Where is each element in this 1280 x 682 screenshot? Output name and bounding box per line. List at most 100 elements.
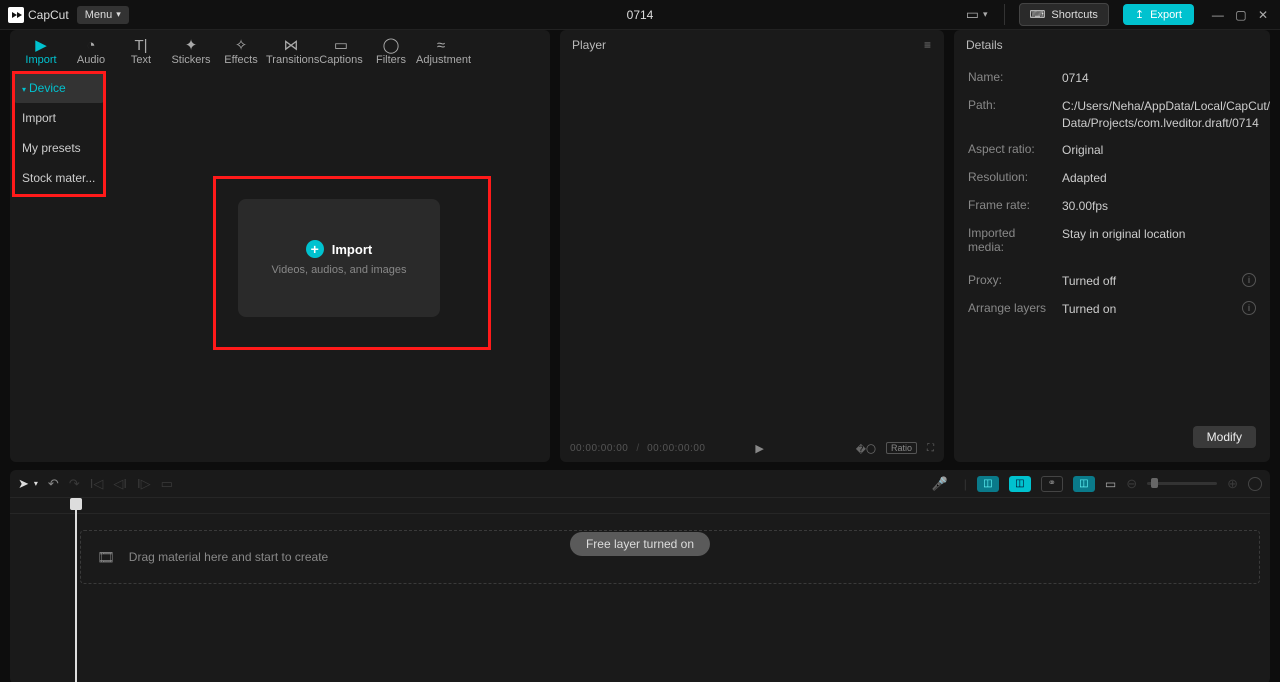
export-button[interactable]: ↥ Export — [1123, 4, 1194, 25]
tab-label: Captions — [316, 54, 366, 66]
logo-icon — [8, 7, 24, 23]
info-icon[interactable]: i — [1242, 273, 1256, 287]
detail-key: Aspect ratio: — [968, 142, 1054, 156]
sidebar-item-import[interactable]: Import — [14, 103, 104, 133]
tab-import[interactable]: ▶Import — [16, 36, 66, 68]
tab-captions[interactable]: ▭Captions — [316, 36, 366, 68]
tab-effects[interactable]: ✧Effects — [216, 36, 266, 68]
plus-icon: + — [306, 240, 324, 258]
cover-button[interactable]: ▭ — [1105, 477, 1116, 491]
text-icon: T| — [116, 36, 166, 54]
player-viewport — [560, 60, 944, 434]
layout-toggle[interactable]: ▭ ▾ — [960, 4, 1005, 25]
split-left-button[interactable]: ◁I — [113, 476, 127, 492]
tab-filters[interactable]: ◯Filters — [366, 36, 416, 68]
menu-button[interactable]: Menu ▾ — [77, 6, 129, 24]
detail-value: 0714 — [1062, 70, 1256, 87]
info-icon[interactable]: i — [1242, 301, 1256, 315]
layout-icon: ▭ — [966, 6, 979, 23]
export-label: Export — [1150, 9, 1182, 21]
player-panel: Player ≡ 00:00:00:00 / 00:00:00:00 ▶ �〇 … — [560, 30, 944, 462]
detail-value: Turned off — [1062, 273, 1234, 290]
drag-hint: Drag material here and start to create — [129, 550, 328, 564]
magnet-main-button[interactable]: ◫ — [977, 476, 999, 492]
tab-label: Import — [16, 54, 66, 66]
film-icon: 🎞 — [97, 549, 115, 566]
link-button[interactable]: ⚭ — [1041, 476, 1063, 492]
detail-value: 30.00fps — [1062, 198, 1256, 215]
captions-icon: ▭ — [316, 36, 366, 54]
audio-icon: ◔ — [66, 36, 116, 54]
player-time-current: 00:00:00:00 — [570, 443, 628, 454]
delete-button[interactable]: ▭ — [161, 476, 173, 492]
magnet-track-button[interactable]: ◫ — [1009, 476, 1031, 492]
preview-axis-button[interactable]: ◫ — [1073, 476, 1095, 492]
timeline-ruler[interactable] — [10, 498, 1270, 514]
selection-tool[interactable]: ➤▾ — [18, 476, 38, 492]
capture-icon[interactable]: �〇 — [856, 441, 876, 456]
adjustment-icon: ≈ — [416, 36, 466, 54]
tab-label: Text — [116, 54, 166, 66]
sidebar-item-device[interactable]: Device — [14, 73, 104, 103]
import-dropzone-area: + Import Videos, audios, and images — [108, 68, 550, 462]
tab-adjustment[interactable]: ≈Adjustment — [416, 36, 466, 68]
split-right-button[interactable]: I▷ — [137, 476, 151, 492]
shortcuts-button[interactable]: ⌨ Shortcuts — [1019, 3, 1109, 26]
detail-key: Path: — [968, 98, 1054, 112]
import-icon: ▶ — [16, 36, 66, 54]
titlebar: CapCut Menu ▾ 0714 ▭ ▾ ⌨ Shortcuts ↥ Exp… — [0, 0, 1280, 30]
timeline-zoom-slider[interactable] — [1147, 482, 1217, 485]
minimize-button[interactable]: — — [1208, 8, 1228, 22]
modify-button[interactable]: Modify — [1193, 426, 1256, 448]
details-title: Details — [966, 38, 1003, 52]
undo-button[interactable]: ↶ — [48, 476, 59, 492]
tab-audio[interactable]: ◔Audio — [66, 36, 116, 68]
redo-button[interactable]: ↷ — [69, 476, 80, 492]
tab-label: Transitions — [266, 54, 316, 66]
upload-icon: ↥ — [1135, 8, 1144, 21]
timeline-zoom-out[interactable]: ⊖ — [1126, 476, 1137, 492]
player-controls: 00:00:00:00 / 00:00:00:00 ▶ �〇 Ratio ⛶ — [560, 434, 944, 462]
detail-key: Proxy: — [968, 273, 1054, 287]
tab-text[interactable]: T|Text — [116, 36, 166, 68]
timeline-zoom-in[interactable]: ⊕ — [1227, 476, 1238, 492]
timeline-fit-button[interactable] — [1248, 477, 1262, 491]
media-panel: ▶Import◔AudioT|Text✦Stickers✧Effects⋈Tra… — [10, 30, 550, 462]
detail-value: Turned on — [1062, 301, 1234, 318]
tab-transitions[interactable]: ⋈Transitions — [266, 36, 316, 68]
close-button[interactable]: ✕ — [1254, 8, 1272, 22]
import-card[interactable]: + Import Videos, audios, and images — [238, 199, 440, 317]
detail-key: Name: — [968, 70, 1054, 84]
tab-label: Filters — [366, 54, 416, 66]
sidebar-item-my-presets[interactable]: My presets — [14, 133, 104, 163]
stickers-icon: ✦ — [166, 36, 216, 54]
fullscreen-icon[interactable]: ⛶ — [927, 443, 934, 454]
detail-value: Stay in original location — [1062, 226, 1256, 243]
effects-icon: ✧ — [216, 36, 266, 54]
filters-icon: ◯ — [366, 36, 416, 54]
play-button[interactable]: ▶ — [755, 442, 763, 455]
playhead[interactable] — [70, 498, 82, 510]
chevron-down-icon: ▾ — [116, 9, 121, 20]
detail-key: Imported media: — [968, 226, 1054, 254]
ratio-button[interactable]: Ratio — [886, 442, 917, 454]
import-card-title: Import — [332, 242, 372, 257]
tab-stickers[interactable]: ✦Stickers — [166, 36, 216, 68]
sidebar-item-stock-mater-[interactable]: Stock mater... — [14, 163, 104, 193]
tab-label: Adjustment — [416, 54, 466, 66]
timeline-panel: ➤▾ ↶ ↷ I◁ ◁I I▷ ▭ 🎤 | ◫ ◫ ⚭ ◫ ▭ ⊖ ⊕ Free… — [10, 470, 1270, 682]
timeline-toolbar: ➤▾ ↶ ↷ I◁ ◁I I▷ ▭ 🎤 | ◫ ◫ ⚭ ◫ ▭ ⊖ ⊕ — [10, 470, 1270, 498]
mic-icon[interactable]: 🎤 — [932, 476, 948, 492]
app-logo: CapCut — [8, 7, 69, 23]
keyboard-icon: ⌨ — [1030, 8, 1046, 21]
window-controls: — ▢ ✕ — [1208, 8, 1272, 22]
tab-label: Stickers — [166, 54, 216, 66]
split-button[interactable]: I◁ — [90, 476, 104, 492]
detail-value: Original — [1062, 142, 1256, 159]
maximize-button[interactable]: ▢ — [1231, 8, 1250, 22]
transitions-icon: ⋈ — [266, 36, 316, 54]
detail-value: C:/Users/Neha/AppData/Local/CapCut/User … — [1062, 98, 1270, 132]
menu-label: Menu — [85, 9, 113, 21]
shortcuts-label: Shortcuts — [1051, 9, 1097, 21]
player-menu-icon[interactable]: ≡ — [924, 38, 932, 52]
